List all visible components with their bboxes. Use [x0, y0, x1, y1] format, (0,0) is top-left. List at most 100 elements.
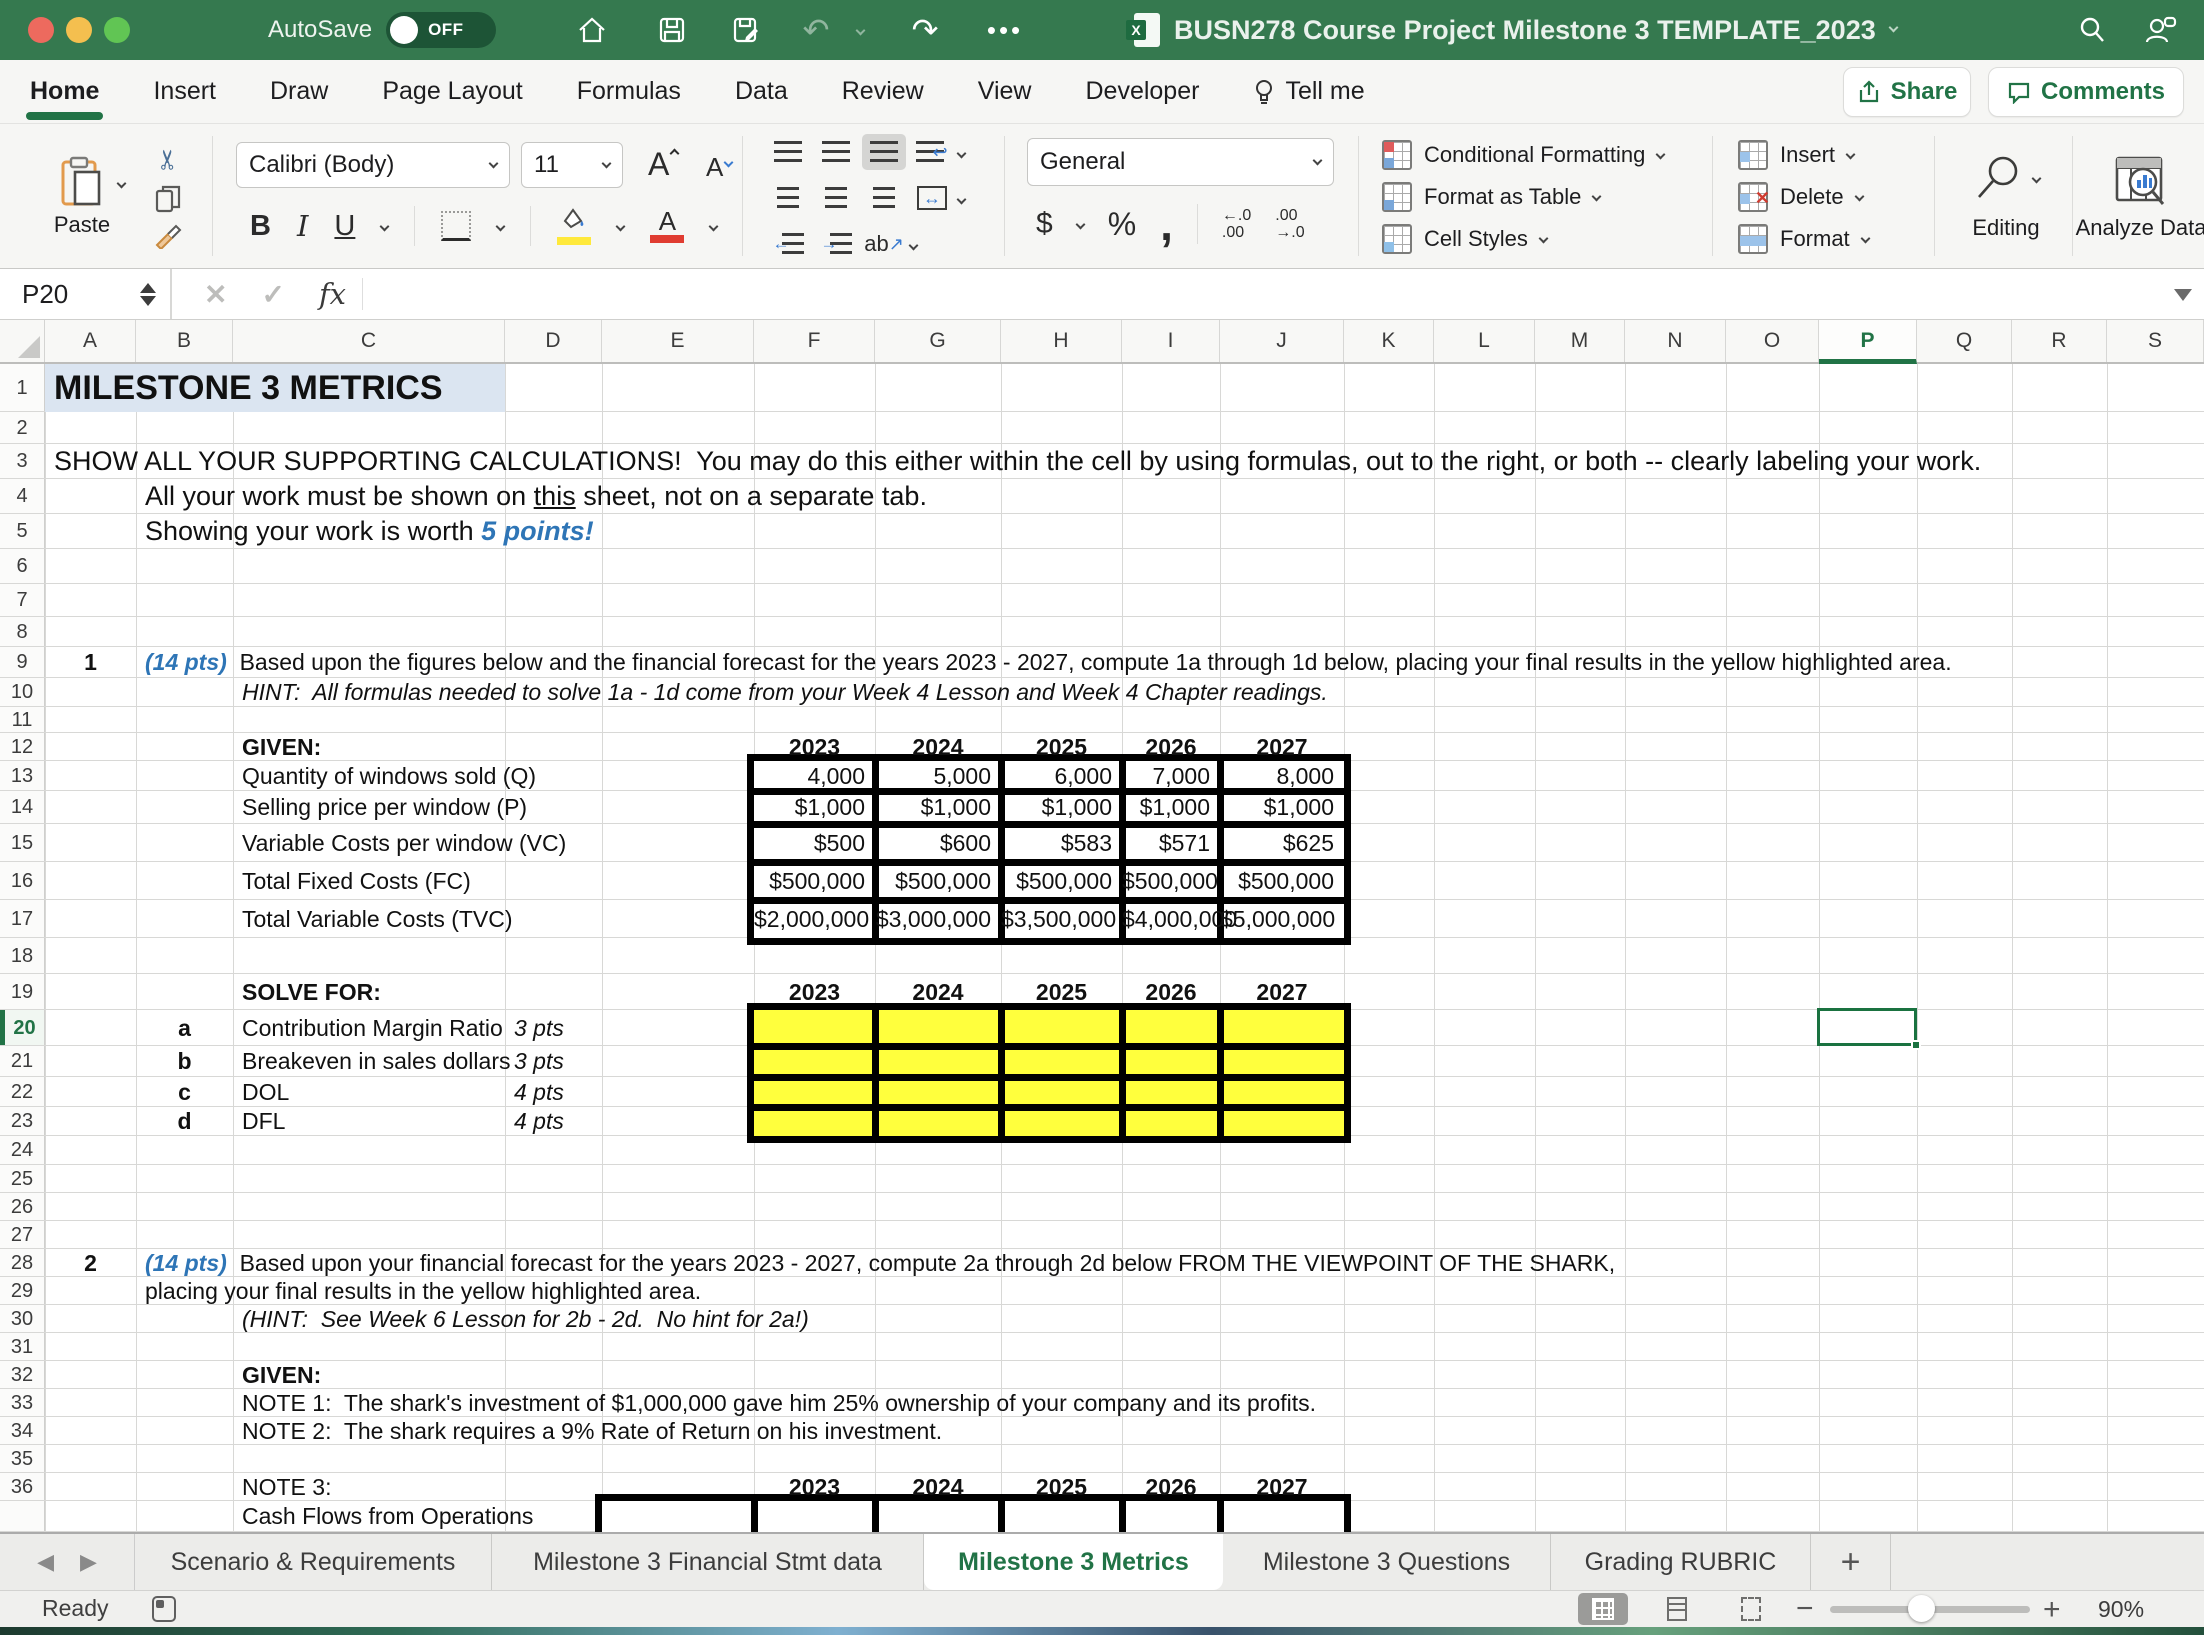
cell-C30[interactable]: (HINT: See Week 6 Lesson for 2b - 2d. No…: [242, 1305, 809, 1333]
cell-A9[interactable]: 1: [45, 647, 136, 678]
orientation-button[interactable]: ab↗: [862, 226, 906, 262]
row-header-34[interactable]: 34: [0, 1417, 45, 1445]
cell-G19[interactable]: 2024: [875, 974, 1001, 1010]
scroll-tabs-left-icon[interactable]: ◀: [37, 1549, 54, 1575]
font-color-button[interactable]: A: [650, 209, 684, 243]
row-header-1[interactable]: 1: [0, 364, 45, 412]
column-header-H[interactable]: H: [1001, 320, 1122, 362]
increase-indent-button[interactable]: →: [814, 226, 858, 262]
cell-I17[interactable]: $4,000,000: [1122, 900, 1210, 938]
row-header-12[interactable]: 12: [0, 733, 45, 761]
decrease-indent-button[interactable]: ←: [766, 226, 810, 262]
cell-H36[interactable]: 2025: [1001, 1473, 1122, 1501]
tab-data[interactable]: Data: [733, 71, 790, 112]
table-cell-G23[interactable]: [879, 1111, 998, 1136]
borders-button[interactable]: [441, 211, 471, 241]
table-cell-I23[interactable]: [1126, 1111, 1217, 1136]
row-header-24[interactable]: 24: [0, 1136, 45, 1165]
row-header-31[interactable]: 31: [0, 1333, 45, 1361]
cut-icon[interactable]: ✂: [153, 148, 184, 171]
cell-J17[interactable]: $5,000,000: [1220, 900, 1334, 938]
fill-color-button[interactable]: [557, 207, 591, 245]
table-cell-F21[interactable]: [754, 1050, 872, 1074]
cell-F14[interactable]: $1,000: [754, 791, 865, 824]
table-cell-H21[interactable]: [1005, 1050, 1119, 1074]
row-header-32[interactable]: 32: [0, 1361, 45, 1389]
cell-D20[interactable]: 3 pts: [514, 1010, 564, 1046]
sheet-tab-grading-rubric[interactable]: Grading RUBRIC: [1551, 1534, 1811, 1590]
column-header-O[interactable]: O: [1726, 320, 1819, 362]
share-button[interactable]: Share: [1843, 67, 1971, 117]
sheet-tab-scenario-requirements[interactable]: Scenario & Requirements: [135, 1534, 492, 1590]
row-header-4[interactable]: 4: [0, 479, 45, 514]
row-header-7[interactable]: 7: [0, 584, 45, 617]
row-header-18[interactable]: 18: [0, 938, 45, 974]
cell-C15[interactable]: Variable Costs per window (VC): [242, 824, 566, 862]
cell-F36[interactable]: 2023: [754, 1473, 875, 1501]
comma-format-button[interactable]: ,: [1160, 214, 1173, 234]
cell-J16[interactable]: $500,000: [1220, 862, 1334, 900]
font-name-select[interactable]: Calibri (Body): [236, 142, 510, 188]
align-top-button[interactable]: [766, 134, 810, 170]
row-header-26[interactable]: 26: [0, 1193, 45, 1221]
fill-color-chevron-icon[interactable]: [616, 221, 626, 231]
cell-H17[interactable]: $3,500,000: [1001, 900, 1112, 938]
cell-C32[interactable]: GIVEN:: [242, 1361, 321, 1389]
tab-page-layout[interactable]: Page Layout: [380, 71, 524, 112]
number-format-select[interactable]: General: [1027, 138, 1334, 186]
formula-bar-expand-icon[interactable]: [2174, 289, 2192, 301]
cell-styles-button[interactable]: Cell Styles: [1382, 220, 1702, 258]
table-cell-G21[interactable]: [879, 1050, 998, 1074]
cell-H15[interactable]: $583: [1001, 824, 1112, 862]
row-header-16[interactable]: 16: [0, 862, 45, 900]
row-header-21[interactable]: 21: [0, 1046, 45, 1077]
cell-C16[interactable]: Total Fixed Costs (FC): [242, 862, 471, 900]
align-left-button[interactable]: [766, 180, 810, 216]
cell-B28[interactable]: (14 pts) Based upon your financial forec…: [145, 1249, 1615, 1277]
zoom-window-button[interactable]: [104, 17, 130, 43]
cell-B20[interactable]: a: [136, 1010, 233, 1046]
table-cell-G37[interactable]: [879, 1501, 998, 1532]
tab-draw[interactable]: Draw: [268, 71, 330, 112]
table-cell-I21[interactable]: [1126, 1050, 1217, 1074]
analyze-data-button[interactable]: Analyze Data: [2086, 124, 2196, 269]
cell-I12[interactable]: 2026: [1122, 733, 1220, 761]
align-middle-button[interactable]: [814, 134, 858, 170]
table-cell-G20[interactable]: [879, 1010, 998, 1043]
column-header-S[interactable]: S: [2107, 320, 2204, 362]
page-break-view-button[interactable]: [1726, 1593, 1776, 1625]
orientation-chevron-icon[interactable]: [909, 241, 919, 251]
row-header-13[interactable]: 13: [0, 761, 45, 791]
cell-D21[interactable]: 3 pts: [514, 1046, 564, 1077]
cell-J13[interactable]: 8,000: [1220, 761, 1334, 791]
cell-C19[interactable]: SOLVE FOR:: [242, 974, 381, 1010]
row-header-6[interactable]: 6: [0, 549, 45, 584]
table-cell-I37[interactable]: [1126, 1501, 1217, 1532]
selected-cell-P20[interactable]: [1817, 1008, 1917, 1046]
cell-G14[interactable]: $1,000: [875, 791, 991, 824]
cell-G17[interactable]: $3,000,000: [875, 900, 991, 938]
row-header-37[interactable]: [0, 1501, 45, 1532]
cell-J12[interactable]: 2027: [1220, 733, 1344, 761]
row-header-3[interactable]: 3: [0, 444, 45, 479]
wrap-text-chevron-icon[interactable]: [957, 149, 967, 159]
cell-G16[interactable]: $500,000: [875, 862, 991, 900]
table-cell-I20[interactable]: [1126, 1010, 1217, 1043]
cell-C34[interactable]: NOTE 2: The shark requires a 9% Rate of …: [242, 1417, 942, 1445]
tab-formulas[interactable]: Formulas: [575, 71, 683, 112]
scroll-tabs-right-icon[interactable]: ▶: [80, 1549, 97, 1575]
column-header-M[interactable]: M: [1535, 320, 1625, 362]
formula-input[interactable]: [380, 269, 2164, 319]
cell-I19[interactable]: 2026: [1122, 974, 1220, 1010]
column-header-R[interactable]: R: [2012, 320, 2107, 362]
page-layout-view-button[interactable]: [1652, 1593, 1702, 1625]
redo-icon[interactable]: ↷: [905, 12, 945, 48]
align-center-button[interactable]: [814, 180, 858, 216]
column-header-C[interactable]: C: [233, 320, 505, 362]
cell-A28[interactable]: 2: [45, 1249, 136, 1277]
cell-F17[interactable]: $2,000,000: [754, 900, 865, 938]
table-cell-J20[interactable]: [1224, 1010, 1344, 1043]
bold-button[interactable]: B: [250, 210, 271, 243]
format-painter-icon[interactable]: [154, 223, 182, 249]
row-header-17[interactable]: 17: [0, 900, 45, 938]
